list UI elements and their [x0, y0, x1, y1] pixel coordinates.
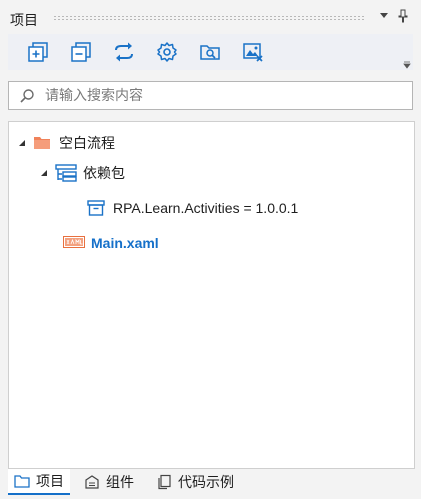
image-screenshot-icon[interactable]: [239, 38, 267, 66]
pin-icon[interactable]: [395, 8, 411, 24]
xaml-file-icon: [63, 236, 85, 250]
toolbar-overflow-icon[interactable]: [403, 56, 411, 72]
open-folder-search-icon[interactable]: [196, 38, 224, 66]
tree-node-root[interactable]: 空白流程: [17, 131, 115, 155]
project-tree: 空白流程 依赖包 RPA.Learn.Activities = 1.0.0.1: [8, 121, 415, 469]
component-icon: [84, 474, 100, 490]
expanded-triangle-icon[interactable]: [17, 138, 27, 148]
tree-deps-label: 依赖包: [83, 165, 125, 181]
collapse-all-icon[interactable]: [67, 38, 95, 66]
search-input[interactable]: [45, 85, 405, 105]
bottom-tab-bar: 项目 组件 代码示例: [0, 469, 421, 499]
folder-icon: [14, 474, 30, 488]
tab-components[interactable]: 组件: [78, 469, 140, 495]
gear-icon[interactable]: [153, 38, 181, 66]
search-box: [8, 81, 413, 110]
package-box-icon: [87, 200, 105, 216]
search-icon: [19, 88, 35, 107]
tree-node-main-xaml[interactable]: Main.xaml: [63, 231, 159, 255]
folder-icon: [33, 135, 51, 151]
tree-file-label: Main.xaml: [91, 235, 159, 251]
tab-project[interactable]: 项目: [8, 469, 70, 495]
refresh-sync-icon[interactable]: [110, 38, 138, 66]
tab-project-label: 项目: [36, 473, 64, 489]
project-toolbar: [8, 34, 413, 70]
dependency-tree-icon: [55, 164, 77, 182]
tab-code-examples[interactable]: 代码示例: [150, 469, 240, 495]
tree-node-dependencies[interactable]: 依赖包: [39, 161, 125, 185]
panel-title: 项目: [10, 12, 38, 28]
tab-code-examples-label: 代码示例: [178, 474, 234, 490]
tree-root-label: 空白流程: [59, 135, 115, 151]
panel-titlebar: 项目: [0, 0, 421, 34]
copy-icon: [156, 474, 172, 490]
tab-components-label: 组件: [106, 474, 134, 490]
drag-grip[interactable]: [53, 15, 365, 20]
expanded-triangle-icon[interactable]: [39, 168, 49, 178]
tree-package-label: RPA.Learn.Activities = 1.0.0.1: [113, 200, 299, 216]
tree-node-package[interactable]: RPA.Learn.Activities = 1.0.0.1: [87, 196, 298, 220]
expand-all-icon[interactable]: [24, 38, 52, 66]
dropdown-arrow-icon[interactable]: [376, 8, 392, 24]
